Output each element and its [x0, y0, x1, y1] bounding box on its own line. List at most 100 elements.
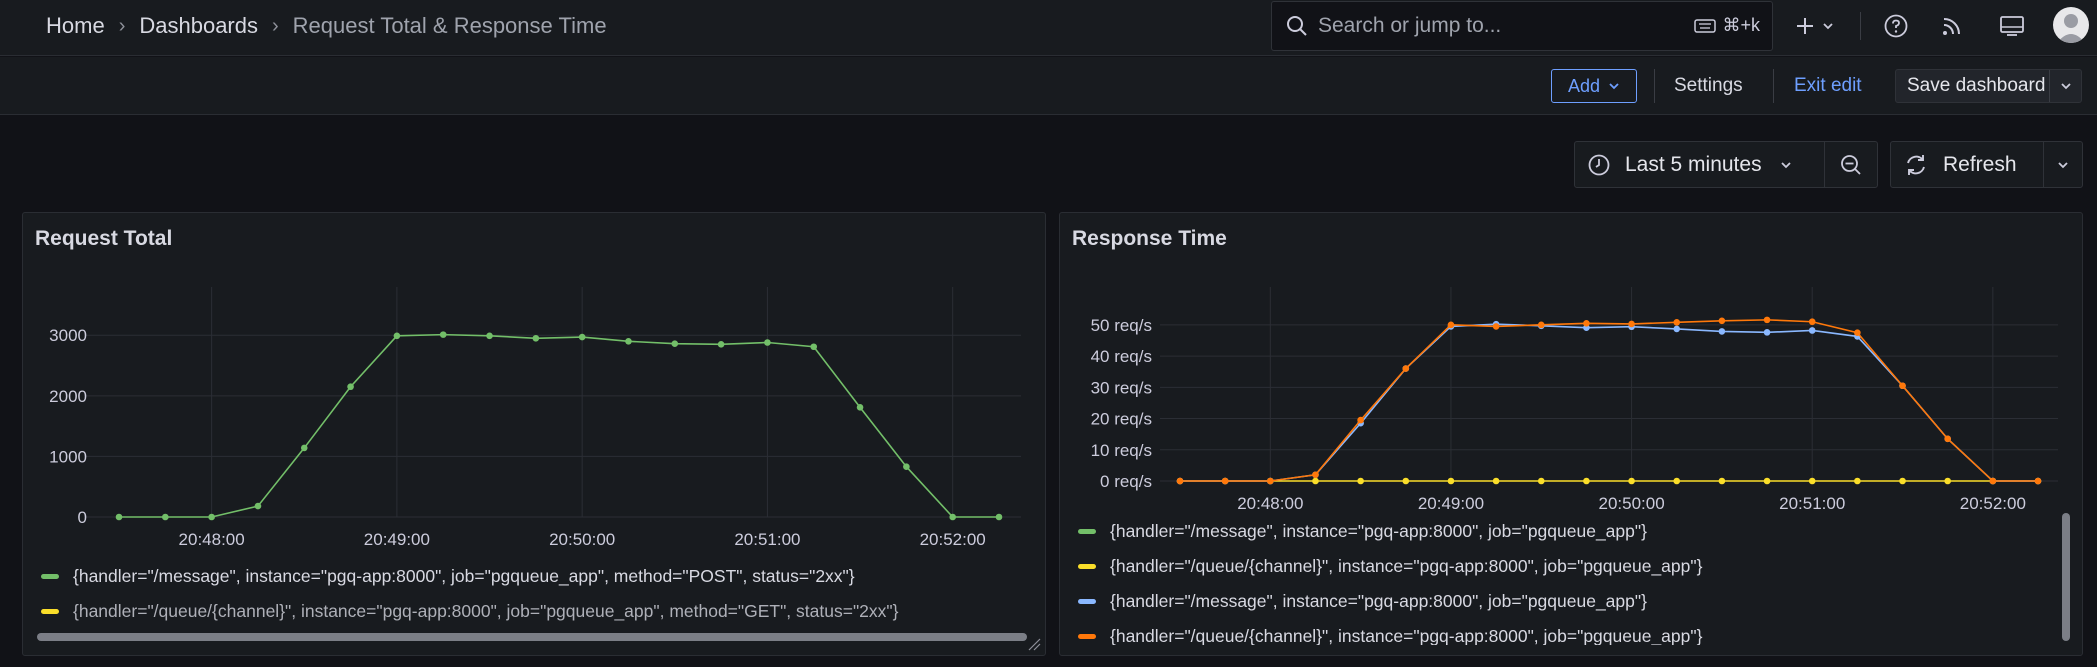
y-tick-label: 40 req/s [1091, 347, 1152, 366]
panel-response-time[interactable]: Response Time 0 req/s 10 req/s 20 req/s 30 … [1059, 212, 2083, 656]
data-point [1357, 416, 1364, 424]
data-point [1176, 477, 1184, 485]
legend-list: {handler="/message", instance="pgq-app:8… [1060, 513, 2060, 645]
legend-item[interactable]: {handler="/message", instance="pgq-app:8… [1078, 521, 1647, 542]
breadcrumb-separator: › [118, 14, 126, 37]
data-point [717, 341, 725, 348]
topbar-actions [1790, 0, 1840, 52]
user-avatar[interactable] [2053, 7, 2089, 43]
data-point [439, 331, 447, 338]
data-point [1673, 477, 1681, 485]
data-point [1899, 382, 1906, 390]
legend-item[interactable]: {handler="/queue/{channel}", instance="p… [1078, 556, 1702, 577]
data-point [1583, 477, 1590, 485]
data-point [1583, 319, 1590, 327]
avatar-icon [2057, 14, 2085, 43]
exit-edit-button[interactable]: Exit edit [1794, 69, 1862, 103]
panel-request-total[interactable]: Request Total 0 1000 2000 3000 20:48:00 20:49… [22, 212, 1046, 656]
series-line [1180, 323, 2038, 482]
data-point [1673, 325, 1681, 333]
breadcrumb-current-dashboard: Request Total & Response Time [292, 13, 607, 38]
new-menu-button[interactable] [1790, 6, 1840, 46]
chevron-down-icon [2061, 83, 2071, 90]
response-time-chart[interactable]: 0 req/s 10 req/s 20 req/s 30 req/s 40 req/s 5… [1060, 213, 2084, 513]
help-button[interactable] [1880, 10, 1912, 42]
clock-icon [1588, 154, 1610, 175]
data-point [1944, 435, 1951, 443]
add-button[interactable]: Add [1551, 69, 1637, 103]
data-point [1492, 477, 1500, 485]
kiosk-mode-button[interactable] [1996, 10, 2028, 42]
settings-button[interactable]: Settings [1674, 69, 1743, 103]
y-tick-label: 0 req/s [1100, 472, 1152, 491]
data-point [995, 513, 1003, 521]
time-range-button[interactable]: Last 5 minutes [1575, 142, 1825, 187]
data-point [162, 513, 169, 521]
rss-icon [1943, 18, 1960, 35]
legend-item[interactable]: {handler="/queue/{channel}", instance="p… [1078, 626, 1702, 645]
legend-item[interactable]: {handler="/queue/{channel}", instance="p… [41, 601, 898, 622]
request-total-chart[interactable]: 0 1000 2000 3000 20:48:00 20:49:00 20:50:00 20:… [23, 213, 1047, 558]
x-tick-label: 20:52:00 [1960, 494, 2026, 513]
x-tick-label: 20:51:00 [1779, 494, 1845, 513]
legend-swatch [1078, 599, 1096, 604]
x-tick-label: 20:48:00 [179, 530, 245, 549]
legend-scrollbar[interactable] [37, 633, 1027, 641]
search-input[interactable]: Search or jump to... [1318, 14, 1501, 38]
y-tick-label: 0 [78, 508, 87, 527]
search-icon [1287, 16, 1307, 36]
x-tick-label: 20:49:00 [364, 530, 430, 549]
data-point [949, 513, 956, 521]
toolbar-divider [1654, 69, 1655, 103]
data-point [856, 404, 864, 411]
legend-swatch [1078, 564, 1096, 569]
breadcrumb-dashboards[interactable]: Dashboards [139, 13, 258, 39]
save-dashboard-label: Save dashboard [1907, 75, 2046, 96]
breadcrumb-home[interactable]: Home [46, 13, 105, 39]
refresh-interval-dropdown[interactable] [2044, 142, 2082, 187]
search-shortcut: ⌘+k [1694, 15, 1760, 36]
data-point [1763, 316, 1771, 324]
data-point [1808, 327, 1816, 334]
search-bar[interactable]: Search or jump to... ⌘+k [1271, 1, 1773, 51]
save-dashboard-button[interactable]: Save dashboard [1895, 69, 2082, 103]
data-point [1718, 328, 1726, 335]
news-button[interactable] [1936, 10, 1968, 42]
legend-label: {handler="/queue/{channel}", instance="p… [1110, 626, 1703, 645]
y-tick-label: 50 req/s [1091, 316, 1152, 335]
topbar-divider [1860, 12, 1861, 40]
refresh-picker: Refresh [1890, 141, 2083, 188]
zoom-out-button[interactable] [1825, 142, 1877, 187]
legend-item[interactable]: {handler="/message", instance="pgq-app:8… [41, 566, 855, 587]
data-point [1312, 477, 1319, 485]
data-point [1854, 477, 1861, 485]
legend-swatch [41, 574, 59, 579]
data-point [347, 383, 354, 391]
data-point [1447, 321, 1455, 329]
data-point [1402, 365, 1410, 372]
monitor-icon [2000, 16, 2024, 36]
data-point [903, 463, 910, 471]
refresh-label: Refresh [1943, 152, 2017, 176]
data-point [810, 343, 818, 351]
refresh-button[interactable]: Refresh [1891, 142, 2044, 187]
x-tick-label: 20:52:00 [920, 530, 986, 549]
legend-swatch [1078, 634, 1096, 639]
y-tick-label: 20 req/s [1091, 410, 1152, 429]
legend-swatch [41, 609, 59, 614]
resize-handle-icon[interactable] [1027, 637, 1041, 651]
data-point [208, 513, 215, 521]
data-point [1899, 477, 1906, 485]
save-options-dropdown[interactable] [2049, 70, 2081, 102]
chevron-down-icon [1823, 23, 1833, 30]
data-point [1989, 477, 1997, 485]
chevron-down-icon [2058, 161, 2068, 168]
data-point [1628, 320, 1635, 328]
series-line [119, 333, 999, 518]
data-point [1312, 471, 1319, 479]
legend-scrollbar[interactable] [2062, 513, 2070, 641]
x-tick-label: 20:51:00 [734, 530, 800, 549]
time-range-picker: Last 5 minutes [1574, 141, 1878, 188]
data-point [764, 339, 771, 346]
legend-item[interactable]: {handler="/message", instance="pgq-app:8… [1078, 591, 1647, 612]
